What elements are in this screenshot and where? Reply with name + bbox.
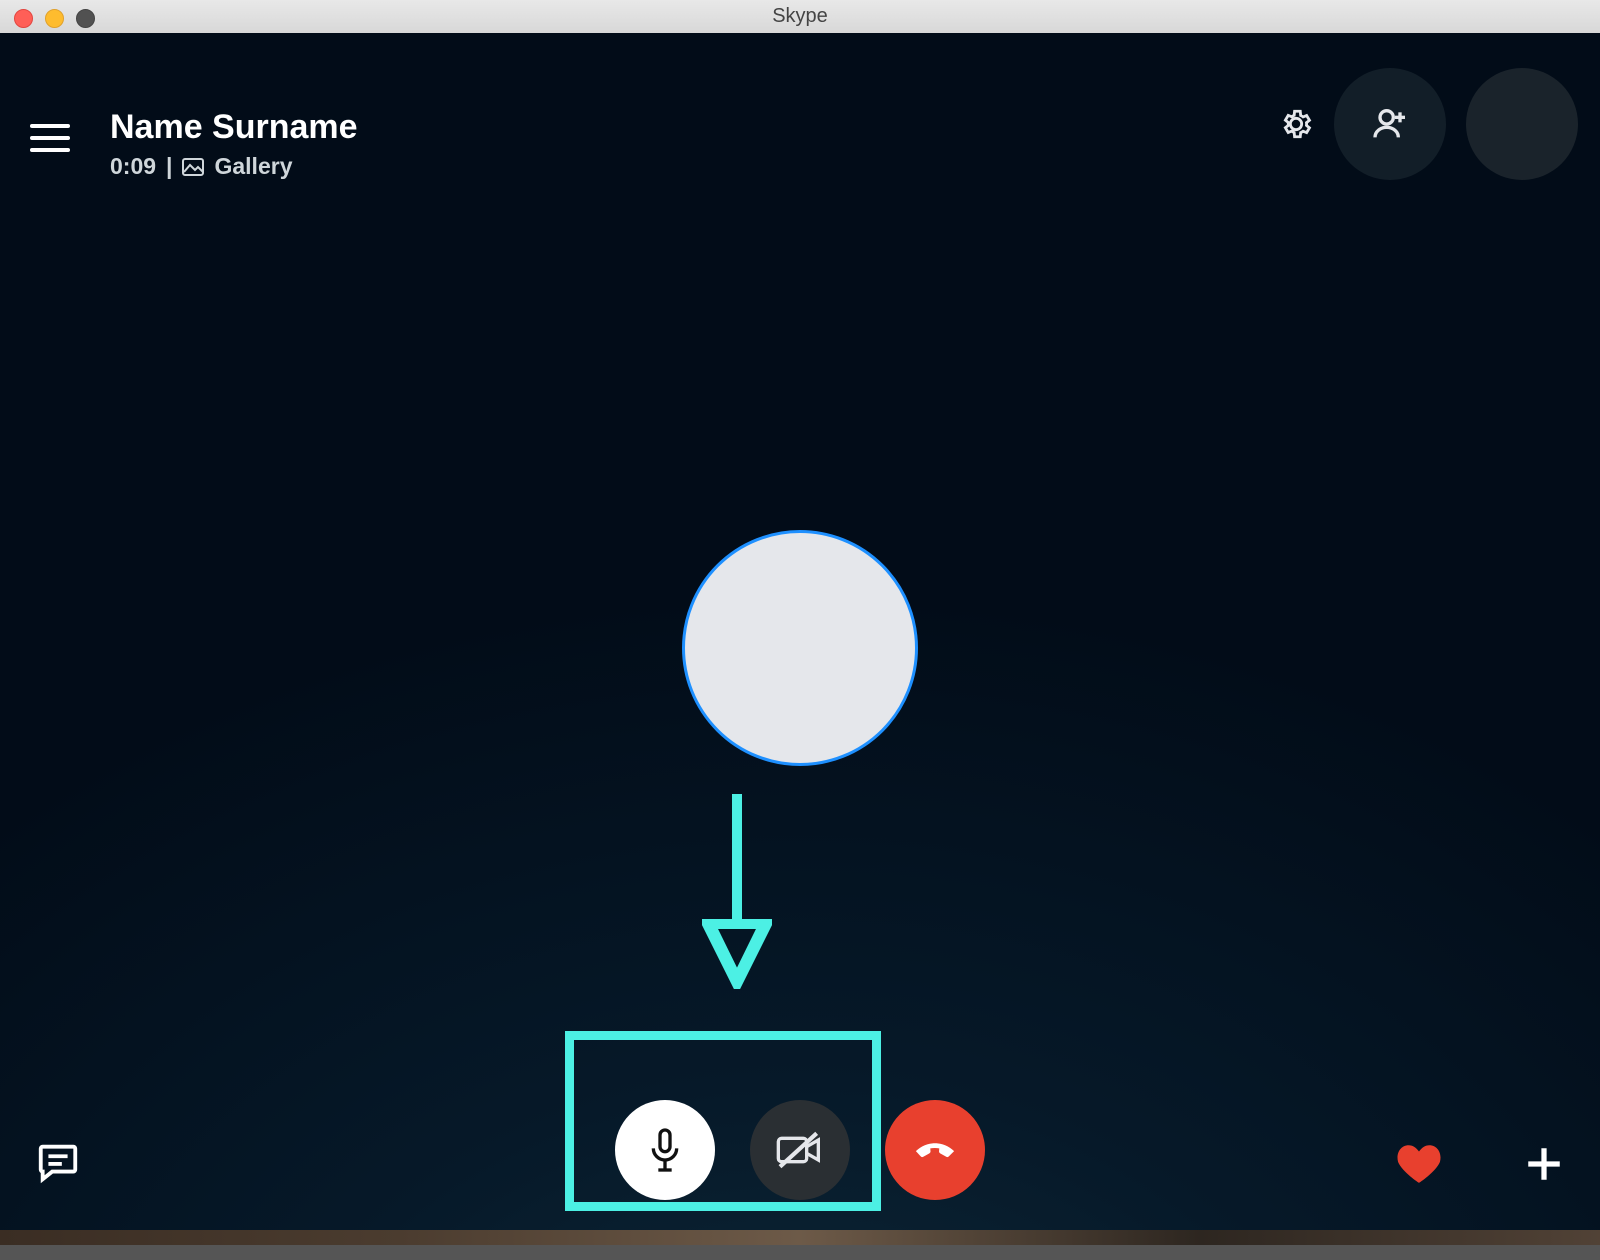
call-duration: 0:09	[110, 153, 156, 180]
view-mode-label[interactable]: Gallery	[214, 153, 292, 180]
mute-microphone-button[interactable]	[615, 1100, 715, 1200]
send-reaction-button[interactable]	[1393, 1139, 1445, 1185]
call-meta: 0:09 | Gallery	[110, 153, 292, 180]
bottom-bar	[0, 1045, 1600, 1245]
open-chat-button[interactable]	[35, 1139, 81, 1185]
annotation-arrow	[702, 789, 772, 989]
more-actions-button[interactable]	[1523, 1143, 1565, 1185]
add-participant-button[interactable]	[1334, 68, 1446, 180]
call-header: Name Surname 0:09 | Gallery	[0, 33, 1600, 203]
heart-icon	[1393, 1139, 1445, 1185]
contact-name: Name Surname	[110, 108, 358, 147]
window-titlebar: Skype	[0, 0, 1600, 34]
window-title: Skype	[0, 5, 1600, 28]
meta-separator: |	[166, 153, 172, 180]
end-call-button[interactable]	[885, 1100, 985, 1200]
add-person-icon	[1370, 104, 1410, 144]
cropped-background-hint	[0, 1230, 1600, 1245]
call-area: Name Surname 0:09 | Gallery	[0, 33, 1600, 1245]
hangup-icon	[908, 1123, 962, 1177]
toggle-camera-button[interactable]	[750, 1100, 850, 1200]
plus-icon	[1523, 1143, 1565, 1185]
chat-icon	[35, 1139, 81, 1185]
camera-off-icon	[775, 1130, 825, 1170]
gear-icon	[1279, 107, 1313, 141]
header-actions	[1278, 68, 1578, 180]
call-controls	[615, 1100, 985, 1200]
menu-button[interactable]	[30, 123, 70, 153]
self-preview[interactable]	[1466, 68, 1578, 180]
participant-avatar	[682, 530, 918, 766]
gallery-icon	[182, 158, 204, 176]
settings-button[interactable]	[1278, 106, 1314, 142]
microphone-icon	[645, 1126, 685, 1174]
